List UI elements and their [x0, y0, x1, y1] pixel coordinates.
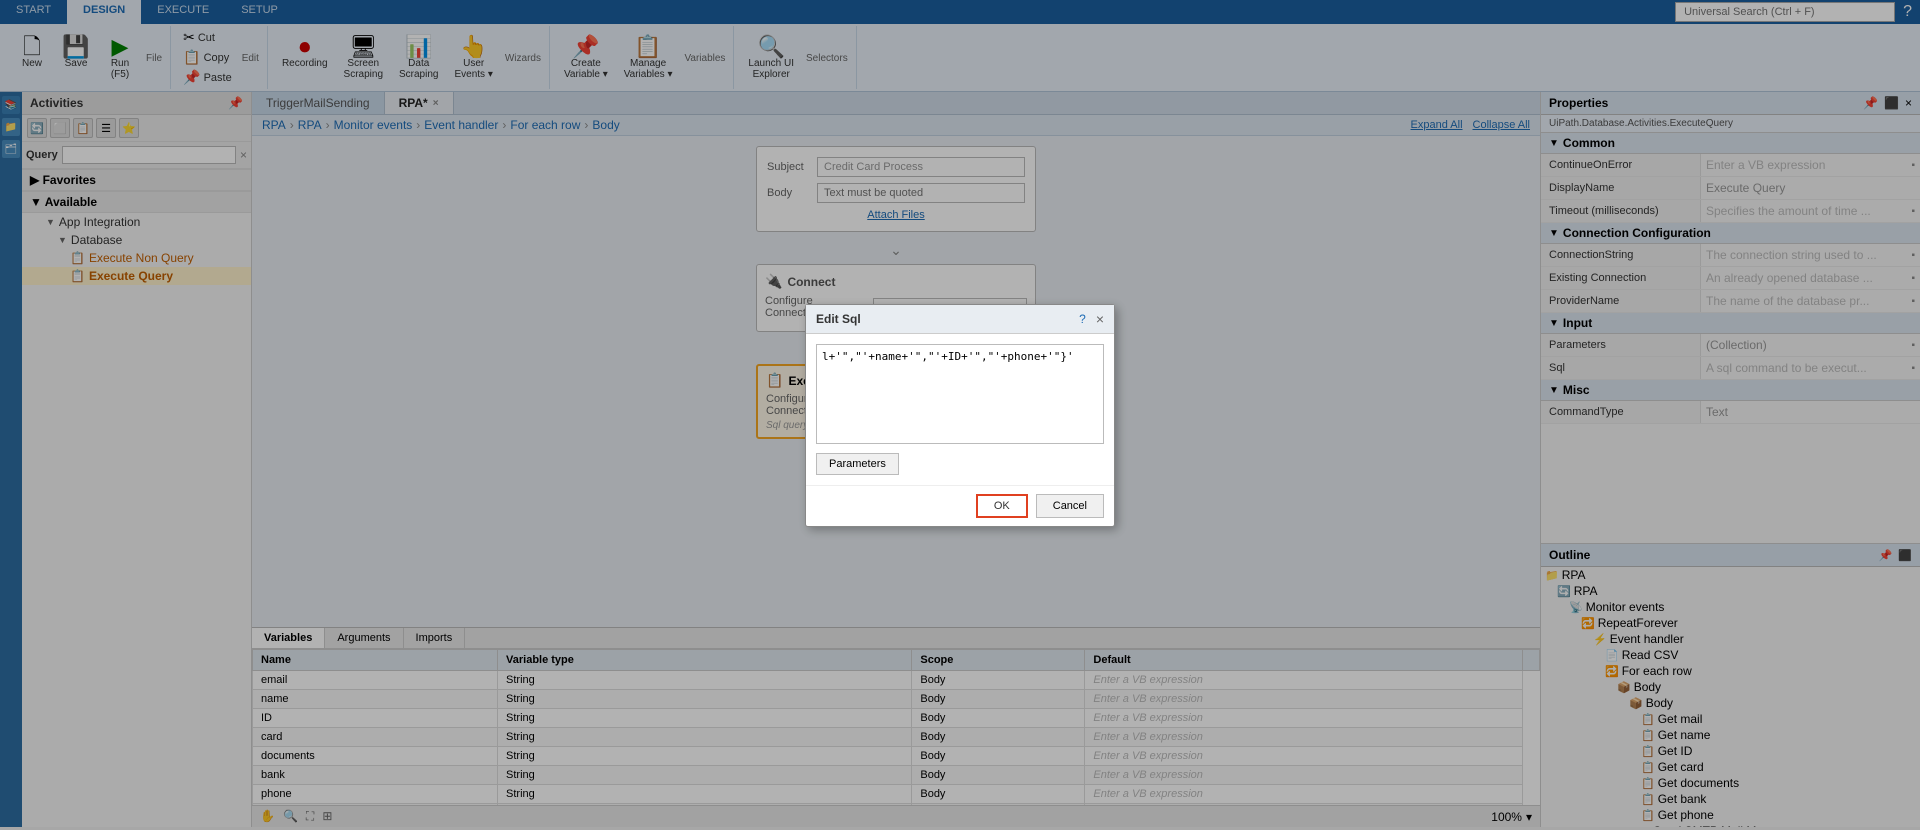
ok-button[interactable]: OK	[976, 494, 1028, 518]
edit-sql-modal: Edit Sql ? × l+'","'+name+'","'+ID+'","'…	[805, 304, 1115, 527]
modal-title: Edit Sql	[816, 312, 861, 326]
modal-close-button[interactable]: ×	[1096, 311, 1104, 327]
modal-body: l+'","'+name+'","'+ID+'","'+phone+'"}' P…	[806, 334, 1114, 485]
parameters-button[interactable]: Parameters	[816, 453, 899, 475]
sql-textarea[interactable]: l+'","'+name+'","'+ID+'","'+phone+'"}'	[816, 344, 1104, 444]
modal-help-icon[interactable]: ?	[1079, 312, 1086, 326]
modal-params-row: Parameters	[816, 453, 1104, 475]
modal-overlay[interactable]: Edit Sql ? × l+'","'+name+'","'+ID+'","'…	[0, 0, 1920, 830]
modal-header-icons: ? ×	[1079, 311, 1104, 327]
cancel-button[interactable]: Cancel	[1036, 494, 1104, 518]
modal-footer: OK Cancel	[806, 485, 1114, 526]
modal-header: Edit Sql ? ×	[806, 305, 1114, 334]
